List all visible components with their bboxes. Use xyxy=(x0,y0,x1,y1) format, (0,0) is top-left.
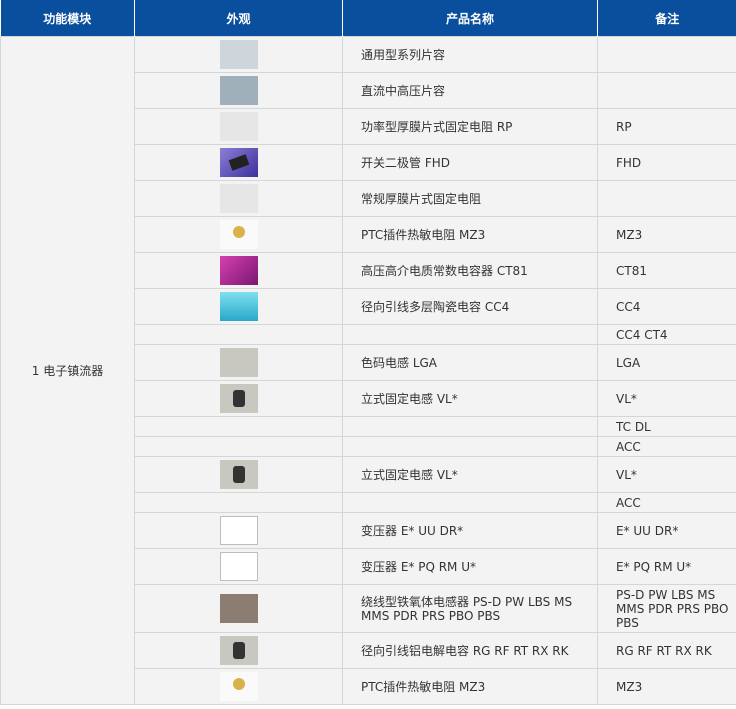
appearance-cell xyxy=(134,548,343,585)
note-cell: PS-D PW LBS MS MMS PDR PRS PBO PBS xyxy=(597,584,736,633)
product-name-cell xyxy=(342,436,598,457)
note-cell: CC4 CT4 xyxy=(597,324,736,345)
header-note: 备注 xyxy=(597,0,736,37)
table-row: 1 电子镇流器 通用型系列片容 xyxy=(0,36,736,705)
product-name-cell: 径向引线铝电解电容 RG RF RT RX RK xyxy=(342,632,598,669)
appearance-cell xyxy=(134,72,343,109)
broken-image-icon xyxy=(219,516,258,545)
appearance-cell xyxy=(134,380,343,417)
product-name-cell: 色码电感 LGA xyxy=(342,344,598,381)
appearance-cell xyxy=(134,252,343,289)
appearance-cell xyxy=(134,512,343,549)
product-name-cell: 通用型系列片容 xyxy=(342,36,598,73)
ferrite-inductor-board-thumbnail xyxy=(219,594,258,623)
appearance-cell xyxy=(134,584,343,633)
note-cell: TC DL xyxy=(597,416,736,437)
header-module: 功能模块 xyxy=(0,0,135,37)
note-cell: MZ3 xyxy=(597,668,736,705)
diode-thumbnail xyxy=(219,148,258,177)
note-cell: ACC xyxy=(597,436,736,457)
note-cell: VL* xyxy=(597,380,736,417)
appearance-cell xyxy=(134,288,343,325)
product-name-cell: 变压器 E* PQ RM U* xyxy=(342,548,598,585)
product-name-cell xyxy=(342,492,598,513)
product-name-cell xyxy=(342,416,598,437)
note-cell: CT81 xyxy=(597,252,736,289)
appearance-cell xyxy=(134,216,343,253)
appearance-cell xyxy=(134,108,343,145)
broken-image-icon xyxy=(219,552,258,581)
note-cell: ACC xyxy=(597,492,736,513)
appearance-cell xyxy=(134,668,343,705)
appearance-cell xyxy=(134,324,343,345)
high-voltage-chip-capacitors-thumbnail xyxy=(219,76,258,105)
note-cell: CC4 xyxy=(597,288,736,325)
appearance-cell xyxy=(134,632,343,669)
product-name-cell: 开关二极管 FHD xyxy=(342,144,598,181)
product-name-cell: 变压器 E* UU DR* xyxy=(342,512,598,549)
table-header-row: 功能模块 外观 产品名称 备注 xyxy=(0,0,736,37)
note-cell: RP xyxy=(597,108,736,145)
note-cell: E* UU DR* xyxy=(597,512,736,549)
resistor-331-thumbnail xyxy=(219,184,258,213)
ptc-thermistor-thumbnail xyxy=(219,672,258,701)
appearance-cell xyxy=(134,416,343,437)
ceramic-capacitor-magenta-thumbnail xyxy=(219,256,258,285)
vertical-inductor-thumbnail xyxy=(219,384,258,413)
product-name-cell: 立式固定电感 VL* xyxy=(342,456,598,493)
header-appearance: 外观 xyxy=(134,0,343,37)
product-name-cell: 直流中高压片容 xyxy=(342,72,598,109)
note-cell xyxy=(597,72,736,109)
chip-resistor-thumbnail xyxy=(219,112,258,141)
note-cell: RG RF RT RX RK xyxy=(597,632,736,669)
appearance-cell xyxy=(134,492,343,513)
note-cell xyxy=(597,36,736,73)
color-code-inductor-thumbnail xyxy=(219,348,258,377)
product-name-cell: PTC插件热敏电阻 MZ3 xyxy=(342,668,598,705)
header-product-name: 产品名称 xyxy=(342,0,598,37)
appearance-cell xyxy=(134,144,343,181)
appearance-cell xyxy=(134,456,343,493)
note-cell: FHD xyxy=(597,144,736,181)
product-name-cell xyxy=(342,324,598,345)
product-name-cell: 径向引线多层陶瓷电容 CC4 xyxy=(342,288,598,325)
note-cell: MZ3 xyxy=(597,216,736,253)
product-name-cell: 高压高介电质常数电容器 CT81 xyxy=(342,252,598,289)
product-name-cell: 功率型厚膜片式固定电阻 RP xyxy=(342,108,598,145)
appearance-cell xyxy=(134,180,343,217)
product-table: 功能模块 外观 产品名称 备注 1 电子镇流器 通用型系列片容 直流中高压片容 功率型… xyxy=(0,0,736,705)
appearance-cell xyxy=(134,436,343,457)
module-cell: 1 电子镇流器 xyxy=(0,36,135,705)
product-name-cell: 立式固定电感 VL* xyxy=(342,380,598,417)
multilayer-ceramic-capacitor-thumbnail xyxy=(219,292,258,321)
vertical-inductor-thumbnail xyxy=(219,460,258,489)
appearance-cell xyxy=(134,36,343,73)
product-name-cell: 绕线型铁氧体电感器 PS-D PW LBS MS MMS PDR PRS PBO… xyxy=(342,584,598,633)
product-name-cell: PTC插件热敏电阻 MZ3 xyxy=(342,216,598,253)
grey-chip-capacitors-thumbnail xyxy=(219,40,258,69)
note-cell: LGA xyxy=(597,344,736,381)
appearance-cell xyxy=(134,344,343,381)
note-cell: VL* xyxy=(597,456,736,493)
product-name-cell: 常规厚膜片式固定电阻 xyxy=(342,180,598,217)
note-cell xyxy=(597,180,736,217)
ptc-thermistor-thumbnail xyxy=(219,220,258,249)
radial-electrolytic-capacitor-thumbnail xyxy=(219,636,258,665)
note-cell: E* PQ RM U* xyxy=(597,548,736,585)
